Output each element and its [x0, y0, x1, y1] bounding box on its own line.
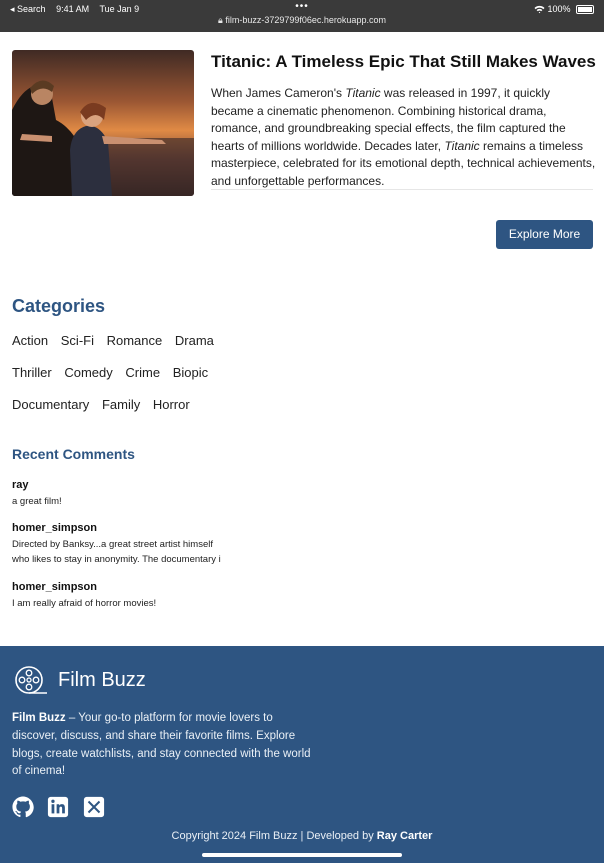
- film-reel-icon: [15, 666, 47, 694]
- github-icon[interactable]: [12, 796, 34, 818]
- comment-item[interactable]: homer_simpson I am really afraid of horr…: [12, 581, 272, 612]
- category-row: Documentary Family Horror: [12, 397, 199, 412]
- category-link-horror[interactable]: Horror: [153, 397, 190, 412]
- status-right: 100%: [534, 4, 594, 15]
- explore-more-button[interactable]: Explore More: [496, 220, 593, 249]
- comment-item[interactable]: homer_simpson Directed by Banksy...a gre…: [12, 522, 272, 567]
- film-title-emphasis: Titanic: [345, 86, 381, 100]
- recent-comments-heading: Recent Comments: [12, 446, 135, 462]
- comment-item[interactable]: ray a great film!: [12, 479, 272, 510]
- category-link-crime[interactable]: Crime: [125, 365, 160, 380]
- footer-brand-name: Film Buzz: [58, 669, 146, 691]
- category-link-family[interactable]: Family: [102, 397, 140, 412]
- featured-excerpt: When James Cameron's Titanic was release…: [211, 86, 596, 188]
- home-indicator[interactable]: [202, 853, 402, 857]
- film-title-emphasis: Titanic: [444, 138, 480, 153]
- category-link-documentary[interactable]: Documentary: [12, 397, 89, 412]
- category-link-biopic[interactable]: Biopic: [173, 365, 208, 380]
- category-link-romance[interactable]: Romance: [107, 333, 163, 348]
- category-row: Thriller Comedy Crime Biopic: [12, 365, 217, 380]
- linkedin-icon[interactable]: [47, 796, 69, 818]
- battery-percent: 100%: [547, 4, 571, 14]
- footer-description: Film Buzz – Your go-to platform for movi…: [12, 712, 311, 778]
- status-bar: ◂ Search 9:41 AM Tue Jan 9 ••• 🔒︎ film-b…: [0, 0, 604, 32]
- battery-icon: [576, 5, 594, 15]
- divider: [211, 189, 593, 190]
- footer: Film Buzz Film Buzz – Your go-to platfor…: [0, 646, 604, 863]
- category-link-action[interactable]: Action: [12, 333, 48, 348]
- comment-author: homer_simpson: [12, 522, 97, 534]
- developer-name: Ray Carter: [376, 830, 433, 842]
- wifi-icon: [534, 4, 548, 14]
- category-link-comedy[interactable]: Comedy: [64, 365, 112, 380]
- category-link-thriller[interactable]: Thriller: [12, 365, 52, 380]
- comment-text: a great film!: [12, 496, 62, 507]
- address-bar-url[interactable]: 🔒︎ film-buzz-3729799f06ec.herokuapp.com: [0, 15, 604, 26]
- copyright-text: Copyright 2024 Film Buzz | Developed by …: [171, 830, 433, 842]
- x-icon[interactable]: [83, 796, 105, 818]
- comment-text: Directed by Banksy...a great street arti…: [12, 539, 213, 550]
- comment-author: homer_simpson: [12, 581, 97, 593]
- featured-image[interactable]: [12, 50, 194, 196]
- comment-author: ray: [12, 479, 29, 491]
- social-links: [12, 796, 114, 818]
- featured-title[interactable]: Titanic: A Timeless Epic That Still Make…: [211, 52, 601, 72]
- comment-text: who likes to stay in anonymity. The docu…: [12, 553, 221, 565]
- category-link-drama[interactable]: Drama: [175, 333, 214, 348]
- lock-icon: 🔒︎: [218, 15, 223, 25]
- categories-heading: Categories: [12, 296, 106, 316]
- more-dots-icon[interactable]: •••: [0, 1, 604, 12]
- category-row: Action Sci-Fi Romance Drama: [12, 333, 223, 348]
- url-text: film-buzz-3729799f06ec.herokuapp.com: [225, 15, 386, 25]
- category-link-sci-fi[interactable]: Sci-Fi: [61, 333, 94, 348]
- comment-text: I am really afraid of horror movies!: [12, 598, 157, 609]
